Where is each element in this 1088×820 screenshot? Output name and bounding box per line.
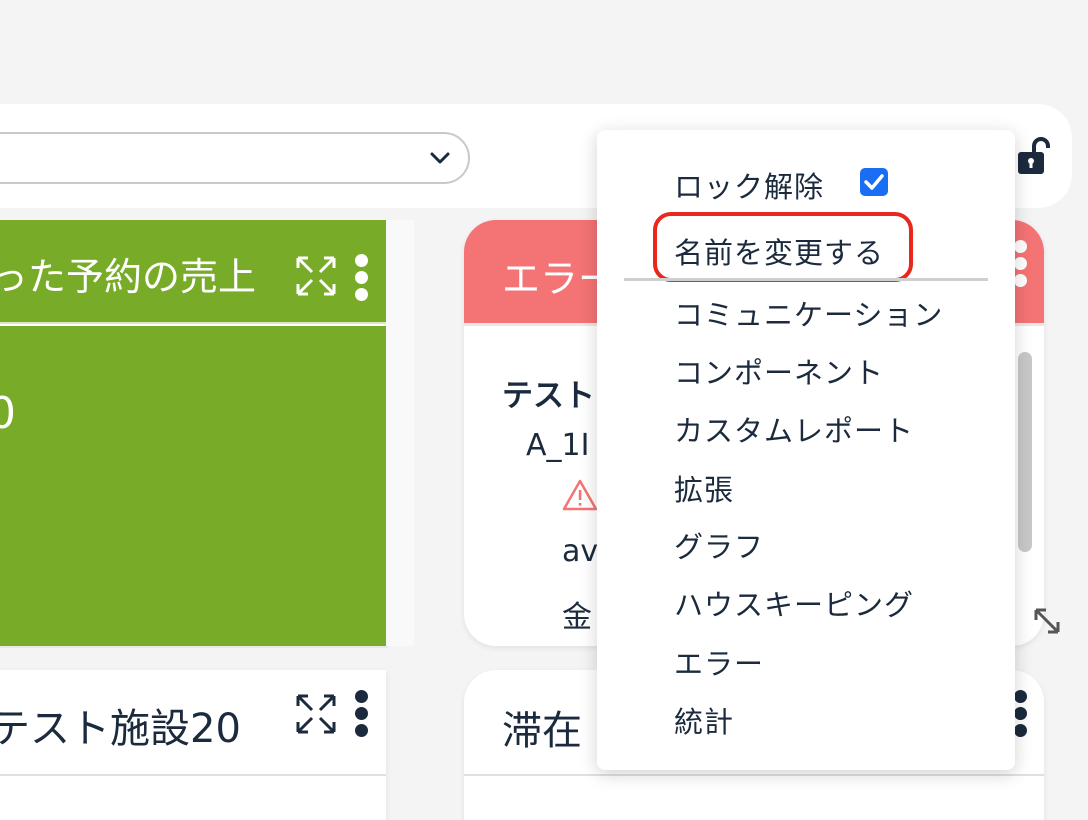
- widget-body: 0: [0, 326, 386, 646]
- error-code: A_1I: [526, 428, 590, 463]
- menu-item-error[interactable]: エラー: [674, 641, 764, 683]
- chevron-down-icon: [430, 152, 450, 164]
- error-list: テスト A_1I av 金 細: [502, 370, 598, 635]
- menu-item-housekeeping[interactable]: ハウスキーピング: [674, 582, 914, 624]
- warning-icon: [562, 479, 598, 511]
- widget-title: テスト施設20: [0, 706, 241, 752]
- column-gutter: [386, 220, 414, 646]
- menu-item-communication[interactable]: コミュニケーション: [674, 292, 943, 334]
- menu-item-extension[interactable]: 拡張: [674, 467, 734, 509]
- unlock-checkbox[interactable]: [860, 168, 888, 196]
- expand-icon[interactable]: [294, 254, 338, 298]
- widget-title: 滞在: [502, 708, 582, 754]
- menu-item-unlock[interactable]: ロック解除: [674, 164, 824, 206]
- menu-item-component[interactable]: コンポーネント: [674, 350, 884, 392]
- widget-value: 0: [0, 388, 16, 439]
- menu-item-graph[interactable]: グラフ: [674, 524, 764, 566]
- kebab-menu-icon[interactable]: [1014, 240, 1028, 288]
- error-facility: テスト: [502, 378, 595, 414]
- error-detail: av: [562, 534, 599, 569]
- widget-title: った予約の売上: [0, 255, 257, 299]
- menu-separator: [624, 278, 988, 281]
- divider: [464, 774, 1044, 776]
- kebab-menu-icon[interactable]: [355, 690, 369, 738]
- menu-item-rename[interactable]: 名前を変更する: [674, 230, 884, 272]
- menu-item-custom-report[interactable]: カスタムレポート: [674, 408, 914, 450]
- expand-icon[interactable]: [294, 692, 338, 736]
- scrollbar[interactable]: [1018, 352, 1032, 552]
- kebab-menu-icon[interactable]: [355, 254, 369, 302]
- unlock-icon[interactable]: [1014, 136, 1052, 176]
- checkmark-icon: [864, 174, 884, 190]
- resize-handle-icon[interactable]: [1030, 604, 1064, 638]
- divider: [0, 774, 386, 776]
- kebab-menu-icon[interactable]: [1014, 690, 1028, 738]
- widget-context-menu: ロック解除 名前を変更する コミュニケーション コンポーネント カスタムレポート…: [597, 130, 1015, 770]
- menu-item-statistics[interactable]: 統計: [674, 699, 734, 741]
- error-amount: 金: [562, 600, 592, 635]
- dashboard-select[interactable]: [0, 132, 470, 184]
